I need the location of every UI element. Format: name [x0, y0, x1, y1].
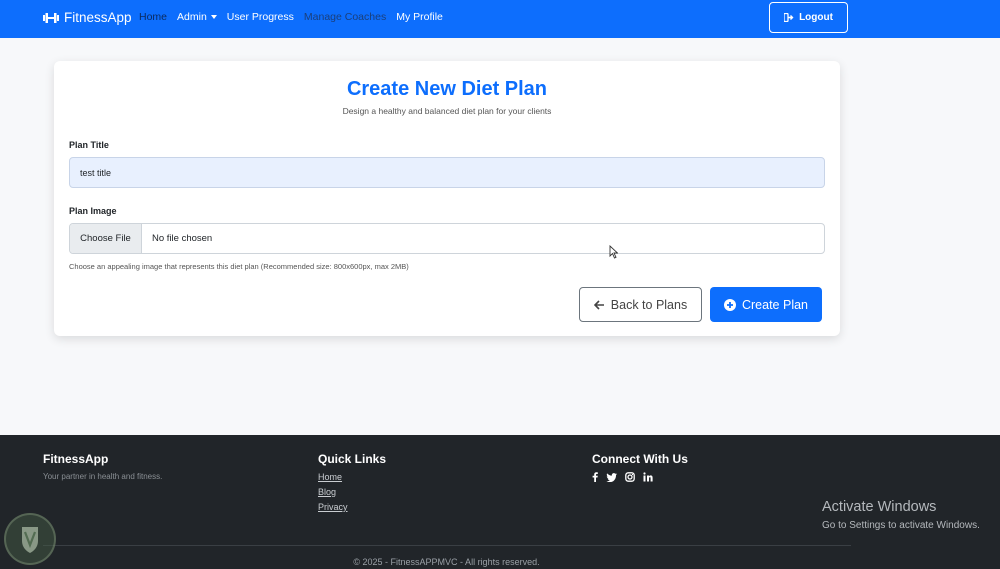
navbar: FitnessApp Home Admin User Progress Mana…: [0, 0, 1000, 38]
nav-admin-label: Admin: [177, 11, 207, 23]
plan-image-label: Plan Image: [69, 206, 117, 216]
footer-tagline: Your partner in health and fitness.: [43, 472, 163, 481]
nav-my-profile[interactable]: My Profile: [396, 11, 443, 23]
nav-user-progress[interactable]: User Progress: [227, 11, 294, 23]
copyright: © 2025 - FitnessAPPMVC - All rights rese…: [353, 557, 540, 567]
footer-link-home[interactable]: Home: [318, 472, 342, 482]
logout-button[interactable]: Logout: [769, 2, 848, 33]
caret-down-icon: [210, 15, 217, 20]
shield-icon: [22, 527, 38, 553]
connect-title: Connect With Us: [592, 452, 688, 466]
activate-windows-title: Activate Windows: [822, 499, 937, 515]
facebook-icon[interactable]: [592, 472, 598, 482]
nav-home[interactable]: Home: [139, 11, 167, 23]
back-to-plans-label: Back to Plans: [610, 297, 688, 312]
activate-windows-subtitle: Go to Settings to activate Windows.: [822, 520, 980, 531]
page-subtitle: Design a healthy and balanced diet plan …: [342, 106, 552, 116]
watermark-logo: [4, 513, 56, 565]
social-links: [592, 472, 653, 482]
linkedin-icon[interactable]: [643, 472, 653, 482]
nav-admin[interactable]: Admin: [177, 11, 217, 23]
plan-title-input[interactable]: [69, 157, 825, 188]
plan-title-label: Plan Title: [69, 140, 109, 150]
sign-out-icon: [784, 13, 794, 22]
brand-label: FitnessApp: [64, 10, 132, 25]
image-help-text: Choose an appealing image that represent…: [69, 262, 409, 271]
footer-brand: FitnessApp: [43, 452, 109, 466]
dumbbell-icon: [43, 12, 59, 23]
nav-manage-coaches[interactable]: Manage Coaches: [304, 11, 386, 23]
page-title: Create New Diet Plan: [346, 78, 548, 100]
create-plan-label: Create Plan: [741, 297, 808, 312]
quick-links-title: Quick Links: [318, 452, 387, 466]
choose-file-button[interactable]: Choose File: [70, 224, 142, 253]
instagram-icon[interactable]: [625, 472, 635, 482]
file-status: No file chosen: [152, 233, 213, 244]
mouse-cursor-icon: [609, 245, 618, 259]
brand[interactable]: FitnessApp: [43, 10, 132, 25]
footer-divider: [43, 545, 851, 546]
diet-plan-form-card: Create New Diet Plan Design a healthy an…: [54, 61, 840, 336]
plan-image-input[interactable]: Choose File No file chosen: [69, 223, 825, 254]
nav-links: Home Admin User Progress Manage Coaches …: [139, 11, 453, 23]
logout-label: Logout: [799, 12, 833, 23]
plus-circle-icon: [723, 298, 736, 311]
footer-link-privacy[interactable]: Privacy: [318, 502, 348, 512]
twitter-icon[interactable]: [606, 472, 617, 482]
back-to-plans-button[interactable]: Back to Plans: [579, 287, 702, 322]
arrow-left-icon: [593, 299, 604, 310]
create-plan-button[interactable]: Create Plan: [710, 287, 822, 322]
footer-link-blog[interactable]: Blog: [318, 487, 336, 497]
